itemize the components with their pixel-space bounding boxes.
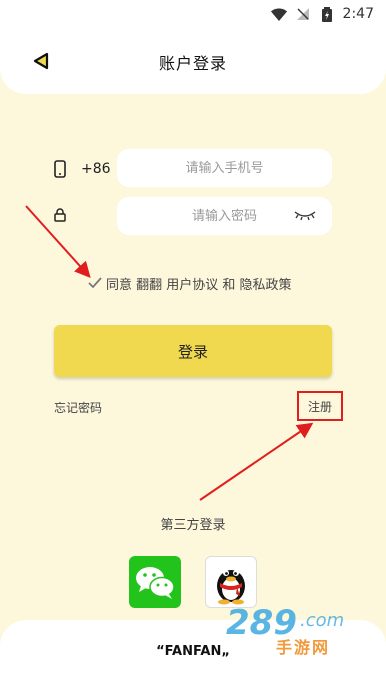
login-button[interactable]: 登录 [54, 325, 332, 377]
forgot-password-link[interactable]: 忘记密码 [54, 399, 102, 416]
svg-text:.com: .com [300, 610, 344, 631]
country-code[interactable]: +86 [81, 161, 111, 177]
phone-input[interactable] [117, 149, 332, 187]
register-label: 注册 [307, 399, 332, 414]
wechat-icon [136, 567, 175, 599]
third-party-title: 第三方登录 [160, 518, 226, 533]
status-time: 2:47 [342, 6, 374, 22]
check-icon [88, 277, 102, 289]
wifi-icon [270, 7, 287, 21]
watermark-subtitle: 手游网 [276, 638, 331, 657]
register-link[interactable]: 注册 [297, 391, 343, 421]
wechat-login-button[interactable] [129, 556, 181, 608]
agreement-text[interactable]: 同意 翻翻 用户协议 和 隐私政策 [106, 274, 292, 293]
watermark-logo: 289 .com 手游网 [222, 600, 382, 657]
header: 账户登录 [0, 28, 386, 94]
phone-icon [52, 160, 68, 178]
no-signal-icon [295, 7, 311, 21]
battery-charging-icon [319, 6, 335, 22]
page-title: 账户登录 [158, 54, 227, 73]
status-bar: 2:47 [0, 0, 386, 28]
qq-icon [217, 570, 245, 605]
agreement-row: 同意 翻翻 用户协议 和 隐私政策 [88, 273, 292, 293]
eye-closed-icon[interactable] [292, 207, 318, 223]
agreement-checkbox[interactable] [88, 276, 102, 290]
lock-icon [52, 206, 68, 224]
arrow-to-register [199, 422, 314, 501]
